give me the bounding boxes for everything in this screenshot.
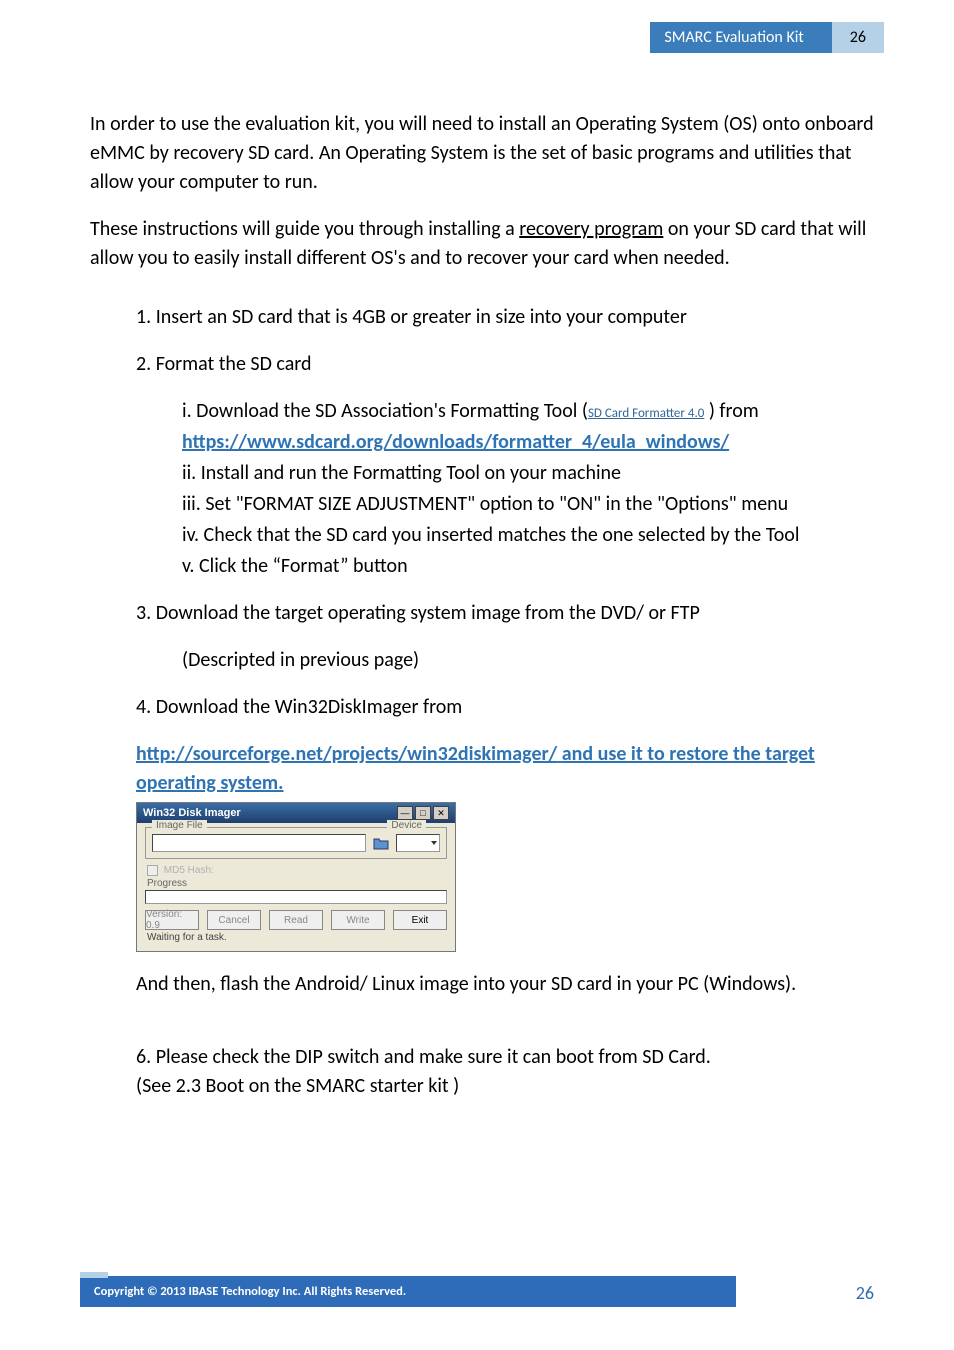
win32diskimager-link[interactable]: http://sourceforge.net/projects/win32dis…	[136, 742, 815, 795]
step-3: 3. Download the target operating system …	[136, 599, 874, 628]
close-icon[interactable]: ✕	[433, 806, 449, 820]
window-title: Win32 Disk Imager	[143, 807, 241, 819]
step-1: 1. Insert an SD card that is 4GB or grea…	[136, 303, 874, 332]
step-2: 2. Format the SD card	[136, 350, 874, 379]
footer-copyright: Copyright © 2013 IBASE Technology Inc. A…	[80, 1276, 736, 1307]
footer-page-number: 26	[856, 1282, 874, 1304]
step-4: 4. Download the Win32DiskImager from	[136, 693, 874, 722]
version-label: Version: 0.9	[145, 910, 199, 930]
step-2-iii: iii. Set "FORMAT SIZE ADJUSTMENT" option…	[182, 490, 874, 519]
md5-hash-checkbox[interactable]: MD5 Hash:	[147, 865, 445, 876]
image-file-input[interactable]	[152, 834, 366, 852]
cancel-button[interactable]: Cancel	[207, 910, 261, 930]
step-6-line2: (See 2.3 Boot on the SMARC starter kit )	[136, 1072, 874, 1101]
progress-label: Progress	[147, 878, 447, 889]
step-2-i: i. Download the SD Association's Formatt…	[182, 397, 874, 426]
maximize-icon[interactable]: □	[415, 806, 431, 820]
intro-para-2: These instructions will guide you throug…	[90, 215, 874, 273]
read-button[interactable]: Read	[269, 910, 323, 930]
minimize-icon[interactable]: —	[397, 806, 413, 820]
image-file-label: Image File	[152, 820, 207, 831]
step-2-iv: iv. Check that the SD card you inserted …	[182, 521, 874, 550]
header-title: SMARC Evaluation Kit	[650, 22, 831, 53]
sd-formatter-link[interactable]: SD Card Formatter 4.0	[588, 406, 704, 421]
folder-icon[interactable]	[372, 834, 390, 852]
step-2-ii: ii. Install and run the Formatting Tool …	[182, 459, 874, 488]
exit-button[interactable]: Exit	[393, 910, 447, 930]
step-3-desc: (Descripted in previous page)	[182, 646, 874, 675]
device-label: Device	[387, 820, 426, 831]
footer-accent	[80, 1272, 108, 1278]
header-page-number: 26	[832, 22, 884, 53]
step-2-v: v. Click the “Format” button	[182, 552, 874, 581]
flash-instruction: And then, flash the Android/ Linux image…	[136, 970, 874, 999]
status-text: Waiting for a task.	[145, 930, 447, 943]
sdcard-org-link[interactable]: https://www.sdcard.org/downloads/formatt…	[182, 430, 729, 454]
intro-para-1: In order to use the evaluation kit, you …	[90, 110, 874, 197]
progress-bar	[145, 890, 447, 904]
write-button[interactable]: Write	[331, 910, 385, 930]
step-6-line1: 6. Please check the DIP switch and make …	[136, 1043, 874, 1072]
device-select[interactable]	[396, 834, 440, 852]
win32diskimager-screenshot: Win32 Disk Imager — □ ✕ Image File Devic…	[136, 802, 874, 952]
